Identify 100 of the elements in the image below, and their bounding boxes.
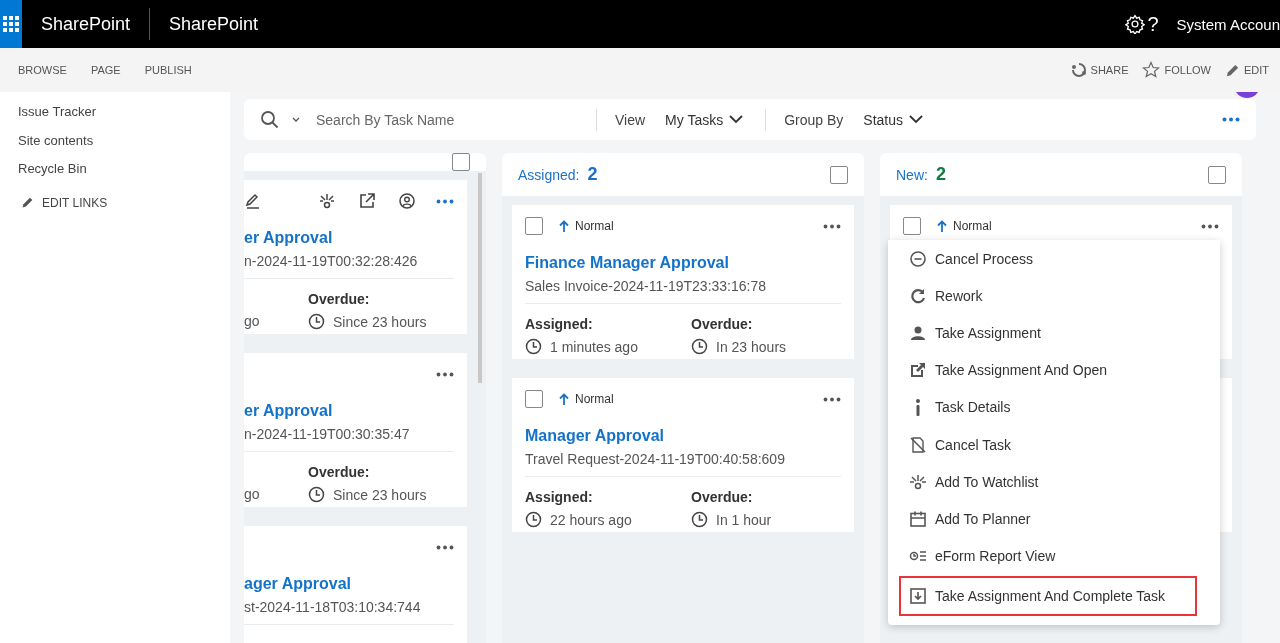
task-title-link[interactable]: Manager Approval bbox=[525, 427, 841, 445]
help-button[interactable]: ? bbox=[1147, 12, 1159, 36]
star-icon[interactable] bbox=[1142, 61, 1161, 79]
task-title-link[interactable]: ager Approval bbox=[244, 575, 454, 593]
checkbox[interactable] bbox=[525, 390, 543, 408]
assigned-time: go bbox=[244, 486, 260, 502]
menu-item[interactable]: Take Assignment And Complete Task bbox=[898, 574, 1198, 617]
view-dropdown[interactable]: My Tasks bbox=[661, 111, 748, 128]
pencil-icon[interactable] bbox=[1224, 62, 1240, 78]
clock-icon bbox=[525, 511, 542, 528]
more-icon[interactable] bbox=[436, 544, 454, 550]
task-subtitle: n-2024-11-19T00:30:35:47 bbox=[244, 426, 454, 452]
search-icon[interactable] bbox=[260, 109, 280, 130]
menu-item[interactable]: Take Assignment bbox=[888, 314, 1220, 352]
overdue-time: Since 23 hours bbox=[333, 313, 427, 330]
overdue-label: Overdue: bbox=[691, 316, 754, 332]
user-name[interactable]: System Accoun bbox=[1176, 15, 1280, 33]
task-subtitle: st-2024-11-18T03:10:34:744 bbox=[244, 599, 454, 625]
more-icon[interactable] bbox=[436, 198, 454, 204]
menu-item[interactable]: Task Details bbox=[888, 388, 1220, 426]
nav-link[interactable]: Issue Tracker bbox=[18, 98, 212, 127]
app-title[interactable]: SharePoint bbox=[41, 13, 131, 35]
checkbox[interactable] bbox=[1208, 165, 1226, 184]
caret-icon[interactable] bbox=[292, 116, 300, 123]
cancel-document-icon bbox=[909, 435, 927, 454]
assigned-label: Assigned: bbox=[525, 489, 594, 505]
checkbox[interactable] bbox=[525, 217, 543, 235]
clock-icon bbox=[691, 511, 708, 528]
task-title-link[interactable]: er Approval bbox=[244, 229, 454, 247]
menu-item[interactable]: Cancel Task bbox=[888, 425, 1220, 464]
task-title-link[interactable]: Finance Manager Approval bbox=[525, 254, 841, 272]
menu-item[interactable]: eForm Report View bbox=[888, 537, 1220, 575]
more-icon[interactable] bbox=[436, 371, 454, 377]
menu-item[interactable]: Add To Watchlist bbox=[888, 463, 1220, 501]
more-icon[interactable] bbox=[823, 223, 841, 229]
column-title: New: bbox=[896, 166, 928, 183]
arrow-up-icon bbox=[937, 219, 947, 233]
task-title-link[interactable]: er Approval bbox=[244, 402, 454, 420]
ribbon-tab[interactable]: BROWSE bbox=[18, 64, 67, 76]
menu-item[interactable]: Add To Planner bbox=[888, 500, 1220, 538]
priority-label: Normal bbox=[953, 219, 992, 233]
watch-icon[interactable] bbox=[318, 192, 336, 210]
task-subtitle: n-2024-11-19T00:32:28:426 bbox=[244, 253, 454, 279]
ribbon-tab[interactable]: PAGE bbox=[90, 64, 121, 76]
ribbon-action[interactable]: SHARE bbox=[1090, 64, 1129, 76]
menu-item[interactable]: Rework bbox=[888, 277, 1220, 315]
assigned-time: 22 hours ago bbox=[550, 511, 632, 528]
minus-circle-icon bbox=[909, 249, 927, 268]
app-launcher-button[interactable] bbox=[0, 0, 22, 48]
clock-icon bbox=[308, 313, 325, 330]
overdue-time: In 1 hour bbox=[716, 511, 772, 528]
column-count: 2 bbox=[587, 164, 598, 185]
more-icon[interactable] bbox=[823, 396, 841, 402]
column-title: Assigned: bbox=[518, 166, 580, 183]
search-field[interactable]: Search By Task Name bbox=[314, 110, 578, 129]
checkbox[interactable] bbox=[903, 217, 921, 235]
edit-links-link[interactable]: EDIT LINKS bbox=[42, 195, 108, 210]
arrow-up-icon bbox=[559, 219, 569, 233]
more-icon[interactable] bbox=[1222, 117, 1240, 122]
clock-icon bbox=[308, 486, 325, 503]
checkbox[interactable] bbox=[830, 165, 848, 184]
view-label: View bbox=[615, 111, 646, 128]
grid-icon bbox=[3, 16, 19, 32]
open-external-icon bbox=[909, 361, 927, 380]
pencil-icon[interactable] bbox=[21, 196, 34, 209]
assigned-time: go bbox=[244, 313, 260, 329]
calendar-icon bbox=[909, 509, 927, 528]
ribbon-tab[interactable]: PUBLISH bbox=[144, 64, 192, 76]
share-icon[interactable] bbox=[1070, 62, 1087, 78]
ribbon-action[interactable]: EDIT bbox=[1243, 64, 1269, 76]
chevron-down-icon[interactable] bbox=[729, 115, 744, 124]
task-subtitle: Sales Invoice-2024-11-19T23:33:16:78 bbox=[525, 278, 841, 304]
open-external-icon[interactable] bbox=[358, 192, 376, 210]
checkbox[interactable] bbox=[452, 153, 470, 171]
assigned-time: 1 minutes ago bbox=[550, 338, 638, 355]
assigned-label: Assigned: bbox=[525, 316, 594, 332]
download-check-icon bbox=[909, 586, 927, 605]
clock-icon bbox=[525, 338, 542, 355]
nav-link[interactable]: Recycle Bin bbox=[18, 155, 212, 184]
menu-item[interactable]: Cancel Process bbox=[888, 240, 1220, 278]
site-title[interactable]: SharePoint bbox=[169, 13, 259, 35]
group-by-dropdown[interactable]: Status bbox=[859, 111, 928, 128]
chevron-down-icon[interactable] bbox=[909, 115, 924, 124]
pencil-icon[interactable] bbox=[244, 192, 262, 210]
menu-item[interactable]: Take Assignment And Open bbox=[888, 351, 1220, 389]
group-by-label: Group By bbox=[784, 111, 844, 128]
refresh-icon bbox=[909, 286, 927, 305]
more-icon[interactable] bbox=[1201, 223, 1219, 229]
settings-icon[interactable] bbox=[1125, 14, 1146, 34]
ribbon-action[interactable]: FOLLOW bbox=[1164, 64, 1211, 76]
column-count: 2 bbox=[935, 164, 946, 185]
arrow-up-icon bbox=[559, 392, 569, 406]
priority-label: Normal bbox=[575, 392, 614, 406]
overdue-label: Overdue: bbox=[691, 489, 754, 505]
overdue-label: Overdue: bbox=[308, 464, 371, 480]
scrollbar[interactable] bbox=[478, 173, 482, 383]
nav-link[interactable]: Site contents bbox=[18, 126, 212, 155]
overdue-time: In 23 hours bbox=[716, 338, 787, 355]
person-refresh-icon[interactable] bbox=[398, 192, 416, 210]
watch-icon bbox=[909, 472, 927, 491]
